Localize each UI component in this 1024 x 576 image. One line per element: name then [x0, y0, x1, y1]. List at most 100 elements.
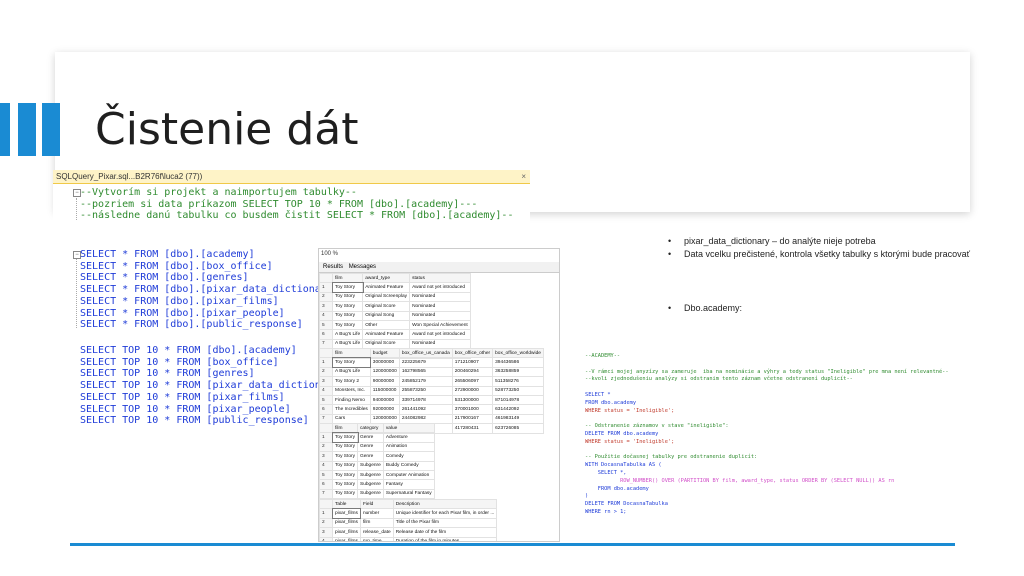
grid-cell[interactable]: Toy Story [331, 291, 364, 303]
grid-column-header[interactable]: Field [359, 498, 394, 510]
grid-cell[interactable]: pixar_films [331, 507, 362, 520]
grid-cell[interactable]: 339714978 [398, 394, 453, 406]
grid-cell[interactable]: 245852179 [398, 376, 453, 387]
grid-cell[interactable]: 528773250 [492, 385, 544, 396]
grid-cell[interactable]: Toy Story [332, 479, 358, 490]
grid-cell[interactable]: Animation [382, 441, 435, 453]
grid-cell[interactable]: 370001000 [451, 404, 494, 415]
grid-cell[interactable]: 871014978 [492, 394, 544, 406]
grid-cell[interactable]: 417280431 [451, 423, 494, 434]
grid-cell[interactable]: Toy Story [332, 460, 358, 471]
grid-cell[interactable]: Toy Story [331, 301, 364, 312]
grid-row[interactable]: 5 Toy Story Other Won Special Achievement [319, 319, 471, 331]
grid-row[interactable]: 2 Toy Story Genre Animation [319, 441, 435, 453]
grid-column-header[interactable]: film [332, 422, 358, 434]
grid-cell[interactable]: 171210907 [451, 357, 494, 368]
grid-cell[interactable]: 90000000 [369, 376, 400, 387]
grid-cell[interactable]: A Bug's Life [332, 366, 371, 378]
grid-cell[interactable]: 162798565 [398, 366, 453, 378]
grid-cell[interactable]: 30000000 [369, 357, 400, 368]
grid-cell[interactable]: Adventure [382, 432, 435, 443]
grid-row[interactable]: 4 Toy Story Subgenre Buddy Comedy [319, 460, 435, 471]
grid-cell[interactable]: Toy Story [332, 441, 358, 453]
grid-row[interactable]: 1 Toy Story Genre Adventure [319, 431, 435, 444]
academy-grid[interactable]: film award_type status 1 Toy Story Animated F… [319, 272, 471, 359]
grid-cell[interactable]: Comedy [382, 451, 435, 462]
grid-cell[interactable]: Subgenre [357, 479, 384, 490]
grid-row[interactable]: 7 Toy Story Subgenre Supernatural Fantasy [319, 488, 435, 500]
grid-cell[interactable]: Original Screenplay [362, 291, 411, 303]
grid-cell[interactable]: Nominated [409, 310, 471, 321]
grid-row[interactable]: 6 The Incredibles 92000000 261441092 3700010… [319, 404, 544, 415]
tab-messages[interactable]: Messages [349, 264, 376, 270]
grid-cell[interactable]: Animated Feature [362, 329, 411, 340]
grid-cell[interactable]: 531300000 [451, 394, 494, 406]
grid-cell[interactable]: 255873250 [398, 385, 453, 396]
grid-row[interactable]: 5 Toy Story Subgenre Computer Animation [319, 469, 435, 481]
results-panel[interactable]: 100 % Results Messages film award_type sta… [318, 248, 560, 542]
grid-cell[interactable]: Subgenre [357, 460, 384, 471]
grid-cell[interactable]: 265506097 [451, 376, 494, 387]
grid-cell[interactable]: 217900167 [451, 413, 494, 425]
grid-row[interactable]: 3 Toy Story Original Score Nominated [319, 301, 471, 312]
select-top-block[interactable]: SELECT TOP 10 * FROM [dbo].[academy] SEL… [80, 345, 345, 427]
grid-row[interactable]: 5 Finding Nemo 94000000 339714978 531300000 8… [319, 394, 544, 406]
grid-cell[interactable]: Toy Story [331, 319, 364, 331]
grid-row[interactable]: 2 Toy Story Original Screenplay Nominated [319, 291, 471, 303]
grid-row[interactable]: 3 Toy Story Genre Comedy [319, 451, 435, 462]
genres-grid[interactable]: film category value 1 Toy Story Genre Adventur… [319, 422, 435, 509]
grid-cell[interactable]: Award not yet introduced [409, 329, 471, 340]
grid-column-header[interactable]: award_type [362, 272, 411, 284]
grid-cell[interactable]: pixar_films [332, 517, 361, 529]
grid-column-header[interactable]: film [332, 347, 371, 359]
grid-cell[interactable]: Toy Story [332, 451, 358, 462]
grid-cell[interactable]: A Bug's Life [331, 329, 364, 340]
grid-cell[interactable]: Monsters, Inc. [332, 385, 371, 396]
grid-cell[interactable]: Title of the Pixar film [392, 517, 498, 529]
grid-cell[interactable]: Toy Story [331, 281, 364, 294]
grid-row[interactable]: 6 Toy Story Subgenre Fantasy [319, 479, 435, 490]
grid-cell[interactable]: Toy Story [332, 488, 358, 500]
grid-row[interactable]: 4 Toy Story Original Song Nominated [319, 310, 471, 321]
grid-cell[interactable]: Nominated [409, 301, 471, 312]
grid-row[interactable]: 4 pixar_films run_time Duration of the film… [319, 536, 498, 541]
grid-row[interactable]: 1 Toy Story Animated Feature Award not yet … [319, 281, 471, 294]
grid-cell[interactable]: Other [362, 319, 411, 331]
grid-cell[interactable]: Animated Feature [362, 282, 411, 293]
grid-cell[interactable]: run_time [359, 536, 394, 541]
grid-cell[interactable]: 623726085 [492, 423, 544, 434]
grid-column-header[interactable]: status [409, 272, 471, 284]
grid-row[interactable]: 3 Toy Story 2 90000000 245852179 265506097 51… [319, 376, 544, 387]
grid-cell[interactable]: Computer Animation [382, 469, 435, 481]
grid-column-header[interactable]: value [382, 422, 435, 434]
grid-cell[interactable]: Supernatural Fantasy [382, 488, 435, 500]
grid-cell[interactable]: Toy Story [331, 431, 359, 444]
grid-cell[interactable]: Toy Story [332, 469, 358, 481]
zoom-level[interactable]: 100 % [321, 251, 338, 257]
grid-cell[interactable]: Fantasy [382, 479, 435, 490]
grid-column-header[interactable]: box_office_other [451, 347, 494, 359]
dictionary-grid[interactable]: Table Field Description 1 pixar_films number U… [319, 498, 498, 541]
grid-cell[interactable]: 261441092 [398, 404, 453, 415]
grid-cell[interactable]: Award not yet introduced [409, 282, 471, 293]
grid-cell[interactable]: Genre [357, 451, 384, 462]
grid-column-header[interactable]: Description [392, 498, 498, 510]
grid-cell[interactable]: 394436586 [492, 357, 544, 368]
grid-column-header[interactable]: Table [332, 498, 361, 510]
grid-cell[interactable]: 120000000 [369, 366, 400, 378]
grid-cell[interactable]: Subgenre [357, 469, 384, 481]
grid-cell[interactable]: number [359, 508, 394, 519]
grid-cell[interactable]: Toy Story [331, 356, 372, 369]
grid-row[interactable]: 1 Toy Story 30000000 223225679 171210907 3944… [319, 356, 544, 369]
grid-cell[interactable]: 94000000 [369, 394, 400, 406]
grid-row[interactable]: 6A Bug's Life Animated Feature Award not y… [319, 329, 471, 340]
grid-cell[interactable]: pixar_films [332, 536, 361, 541]
grid-cell[interactable]: Toy Story 2 [332, 376, 371, 387]
grid-column-header[interactable]: budget [369, 347, 400, 359]
grid-cell[interactable]: Buddy Comedy [382, 460, 435, 471]
grid-cell[interactable]: Nominated [409, 291, 471, 303]
grid-cell[interactable]: Original Score [362, 301, 411, 312]
grid-cell[interactable]: Original Song [362, 310, 411, 321]
grid-cell[interactable]: 461983149 [492, 413, 544, 425]
grid-cell[interactable]: release_date [359, 527, 394, 538]
